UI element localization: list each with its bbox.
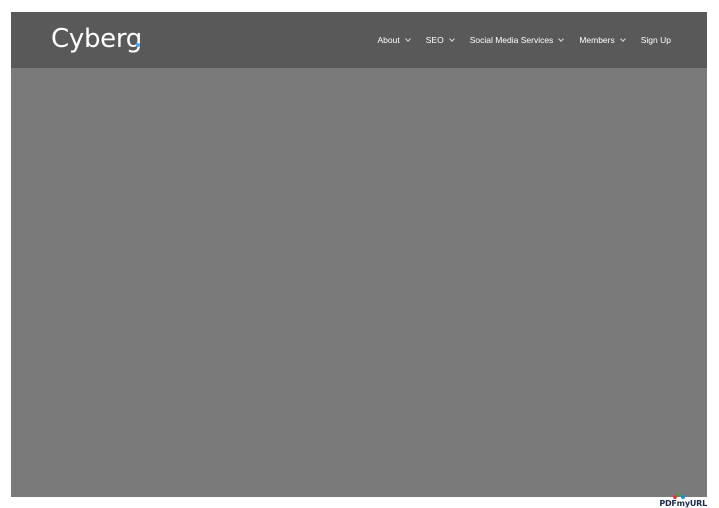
nav-item-label: About bbox=[377, 35, 400, 45]
nav-item-label: Sign Up bbox=[640, 35, 671, 45]
nav-item-label: Social Media Services bbox=[469, 35, 554, 45]
logo-text: Cyberg bbox=[51, 24, 142, 54]
site-header: Cyberg About SEO Social Media Services M… bbox=[11, 12, 707, 68]
main-nav: About SEO Social Media Services Members … bbox=[362, 12, 671, 68]
chevron-down-icon bbox=[619, 35, 626, 42]
chevron-down-icon bbox=[404, 35, 411, 42]
nav-item-social-media-services[interactable]: Social Media Services bbox=[469, 35, 565, 45]
page-frame: Cyberg About SEO Social Media Services M… bbox=[11, 12, 707, 497]
nav-item-label: Members bbox=[579, 35, 615, 45]
site-logo[interactable]: Cyberg bbox=[51, 24, 142, 54]
nav-item-about[interactable]: About bbox=[377, 35, 411, 45]
chevron-down-icon bbox=[558, 35, 565, 42]
nav-item-members[interactable]: Members bbox=[579, 35, 626, 45]
logo-accent-dot bbox=[135, 43, 140, 47]
chevron-down-icon bbox=[448, 35, 455, 42]
pdfmyurl-logo-icon bbox=[673, 493, 686, 499]
watermark-text: PDFmyURL bbox=[659, 499, 707, 508]
nav-item-sign-up[interactable]: Sign Up bbox=[641, 35, 671, 45]
nav-item-seo[interactable]: SEO bbox=[425, 35, 455, 45]
content-area bbox=[11, 68, 707, 497]
pdfmyurl-watermark: PDFmyURL bbox=[659, 493, 707, 508]
nav-item-label: SEO bbox=[425, 35, 444, 45]
